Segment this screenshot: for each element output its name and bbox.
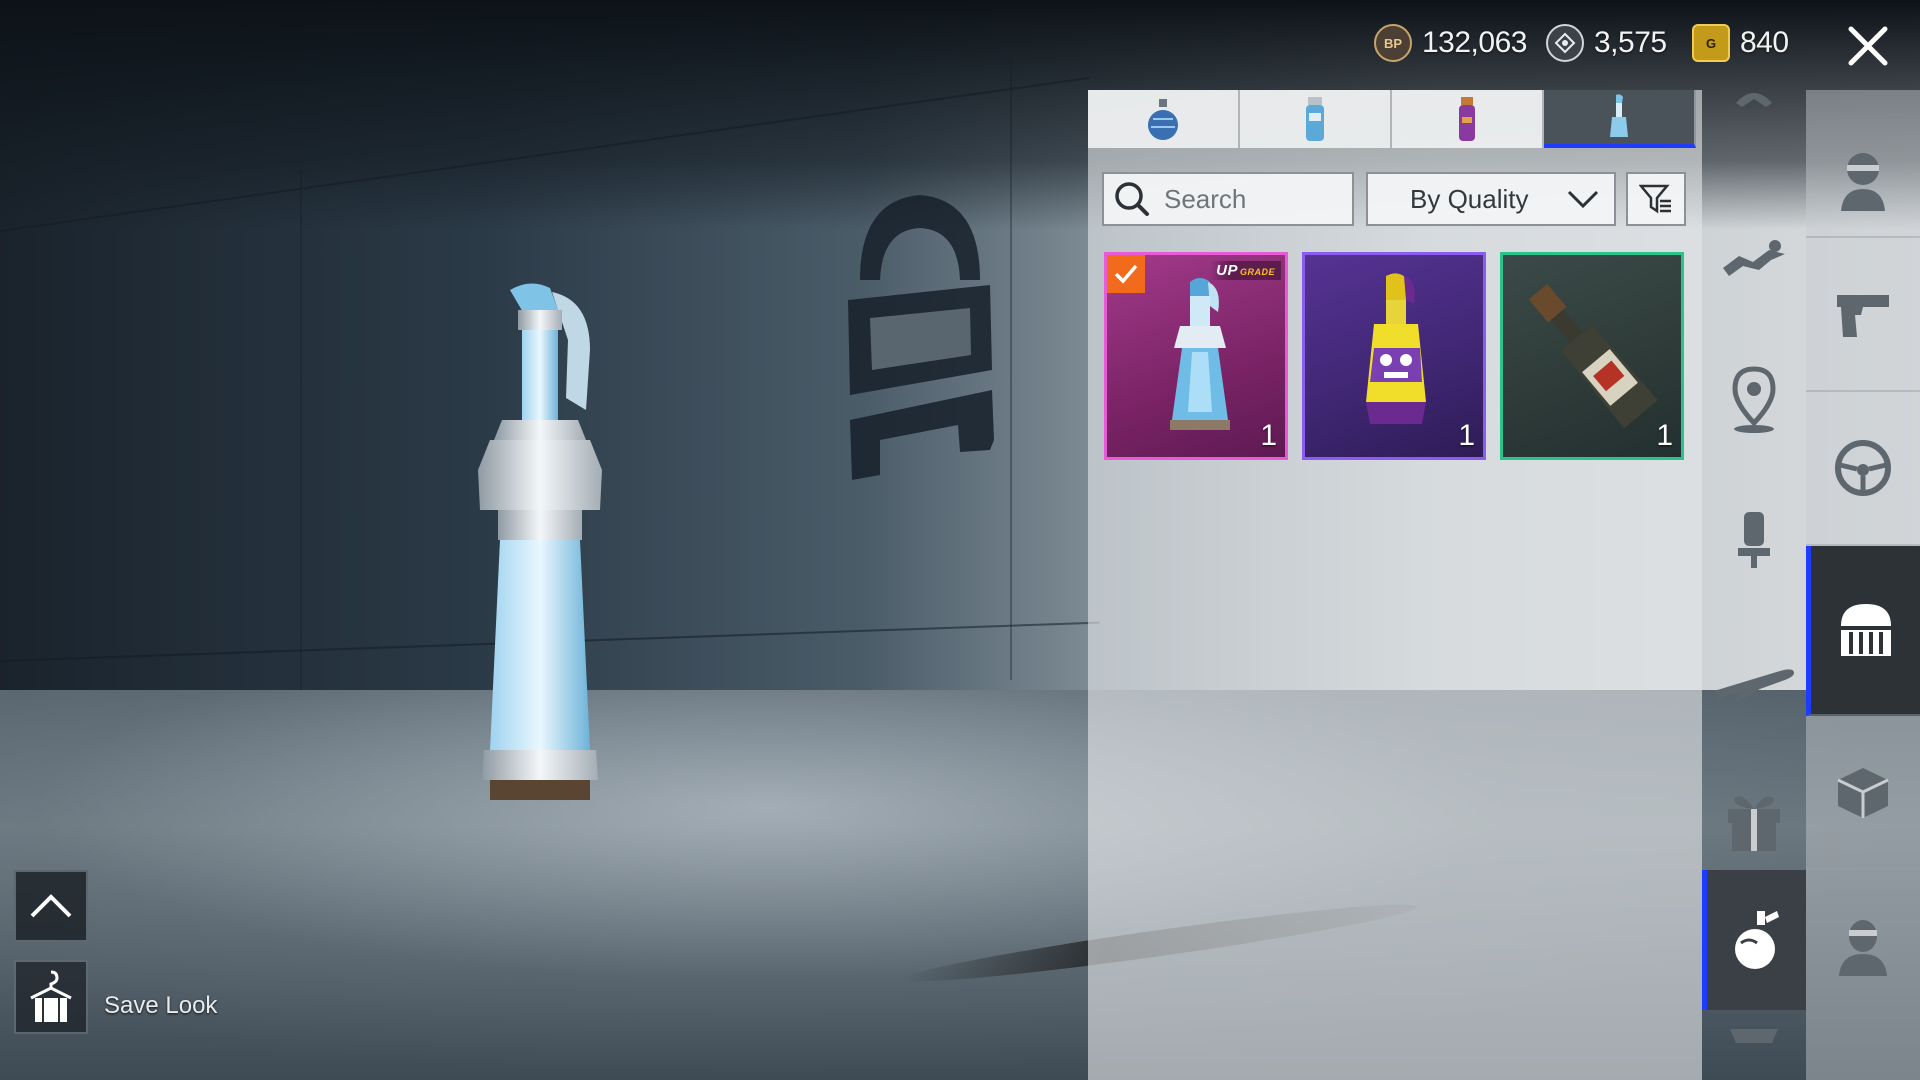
character-icon (1841, 153, 1885, 211)
rail-main-weapon[interactable] (1806, 238, 1920, 392)
search-box[interactable] (1102, 172, 1354, 226)
wall-seam (300, 170, 302, 710)
search-input[interactable] (1162, 182, 1346, 216)
sort-label: By Quality (1410, 183, 1529, 214)
gold-currency: G 840 (1692, 22, 1789, 64)
molotov-model (478, 283, 602, 800)
seat-icon (1738, 512, 1770, 568)
rail-main-throwables[interactable] (1806, 546, 1920, 716)
bp-currency: BP 132,063 (1374, 22, 1527, 64)
silver-currency: 3,575 (1546, 22, 1667, 64)
molotov-skin-icon (1610, 94, 1628, 137)
item-type-tabs (1088, 90, 1702, 148)
item-grid: UP GRADE 1 1 1 (1104, 252, 1684, 460)
rail-item-skydive[interactable] (1702, 190, 1806, 330)
rail-item-bottom[interactable] (1702, 1010, 1806, 1070)
rail-main-crate[interactable] (1806, 716, 1920, 870)
main-category-rail (1806, 90, 1920, 1080)
item-count: 1 (1458, 419, 1475, 452)
close-icon (1848, 26, 1888, 66)
hanger-shirt-icon (30, 970, 72, 1022)
rail-item-parachute[interactable] (1702, 70, 1806, 130)
g-coin-icon: G (1692, 24, 1730, 62)
tab-molotov[interactable] (1544, 90, 1696, 148)
expand-up-button[interactable] (14, 870, 88, 942)
inventory-panel: By Quality UPGRADE (1088, 90, 1702, 1080)
location-pin-icon (1732, 366, 1776, 433)
filter-icon (1639, 184, 1671, 214)
sort-dropdown[interactable]: By Quality (1366, 172, 1616, 226)
save-look-label: Save Look (104, 992, 218, 1019)
partial-icon (1730, 1029, 1778, 1043)
chevron-down-icon (1567, 190, 1599, 209)
sub-category-rail (1702, 90, 1806, 1080)
chevron-up-icon (30, 894, 72, 918)
frag-grenade-skin-icon (1148, 99, 1178, 140)
filter-button[interactable] (1626, 172, 1686, 226)
search-icon (1115, 182, 1149, 216)
rail-item-gift[interactable] (1702, 750, 1806, 890)
helmet-logo-icon (1840, 604, 1891, 656)
item-card-molotov-epic[interactable]: 1 (1302, 252, 1486, 460)
skydive-icon (1723, 240, 1785, 276)
steering-wheel-icon (1835, 440, 1891, 496)
tab-frag-grenade[interactable] (1088, 90, 1240, 148)
pistol-icon (1837, 295, 1889, 337)
save-look-button[interactable] (14, 960, 88, 1034)
silver-amount: 3,575 (1594, 26, 1667, 59)
rail-main-vehicle[interactable] (1806, 392, 1920, 546)
tab-smoke-grenade[interactable] (1240, 90, 1392, 148)
rail-item-location[interactable] (1702, 330, 1806, 470)
rail-item-grenade[interactable] (1702, 870, 1806, 1010)
item-count: 1 (1260, 419, 1277, 452)
item-count: 1 (1656, 419, 1673, 452)
gold-amount: 840 (1740, 26, 1789, 59)
grenade-icon (1734, 911, 1779, 969)
crate-icon (1837, 768, 1889, 818)
helmet-wall-logo (848, 195, 994, 480)
rail-item-airplane[interactable] (1702, 610, 1806, 750)
rail-main-character[interactable] (1806, 126, 1920, 238)
silver-fragment-icon (1546, 24, 1584, 62)
bp-amount: 132,063 (1422, 26, 1527, 59)
gift-box-icon (1728, 796, 1780, 851)
stun-grenade-skin-icon (1459, 97, 1475, 141)
item-card-molotov-legendary[interactable]: UP GRADE 1 (1104, 252, 1288, 460)
bp-coin-icon: BP (1374, 24, 1412, 62)
tab-stun-grenade[interactable] (1392, 90, 1544, 148)
item-card-molotov-default[interactable]: 1 (1500, 252, 1684, 460)
rail-main-avatar[interactable] (1806, 870, 1920, 1024)
close-button[interactable] (1840, 18, 1896, 74)
smoke-grenade-skin-icon (1306, 97, 1324, 141)
parachute-top-icon (1736, 93, 1772, 107)
wall-seam (1010, 60, 1012, 680)
airplane-icon (1714, 669, 1794, 703)
rail-item-seat[interactable] (1702, 470, 1806, 610)
avatar-icon (1839, 920, 1887, 976)
